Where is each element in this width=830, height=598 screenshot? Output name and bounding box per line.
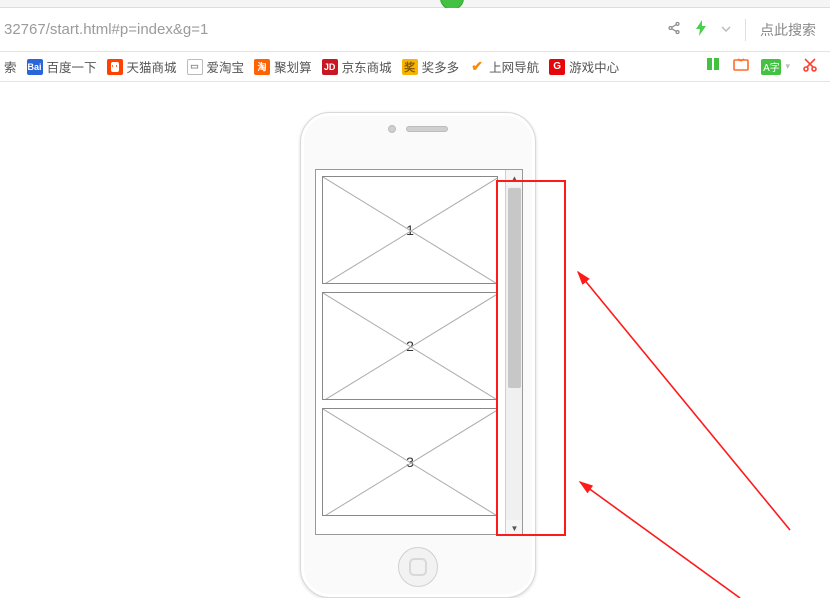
bookmark-label: 索 (4, 57, 17, 76)
bookmark-item[interactable]: G 游戏中心 (549, 57, 619, 76)
bookmark-item[interactable]: 奖 奖多多 (402, 57, 460, 76)
bookmark-label: 百度一下 (47, 57, 97, 76)
bookmark-label: 上网导航 (489, 57, 539, 76)
bookmark-label: 京东商城 (342, 57, 392, 76)
scroll-thumb[interactable] (508, 188, 521, 388)
search-input[interactable]: 点此搜索 (760, 20, 816, 40)
chevron-down-icon[interactable]: ▾ (785, 61, 790, 72)
phone-speaker-area (388, 125, 448, 133)
camera-dot (388, 125, 396, 133)
home-button[interactable] (398, 547, 438, 587)
ju-icon: 淘 (254, 59, 270, 75)
scissors-icon[interactable] (802, 57, 818, 77)
bookmark-item[interactable]: 天猫商城 (107, 57, 177, 76)
page-icon: ▭ (187, 59, 203, 75)
home-button-square-icon (409, 558, 427, 576)
jd-icon: JD (322, 59, 338, 75)
wireframe-box[interactable]: 2 (322, 292, 498, 400)
bookmark-label: 奖多多 (422, 57, 460, 76)
bolt-icon[interactable] (695, 20, 707, 40)
scrollbar[interactable]: ▲ ▼ (505, 170, 522, 535)
baidu-icon: Bai (27, 59, 43, 75)
phone-screen: 1 2 3 ▲ ▼ (315, 169, 523, 535)
book-icon[interactable] (705, 56, 721, 77)
bookmark-label: 爱淘宝 (207, 57, 245, 76)
utility-tray: A字 ▾ (705, 56, 826, 77)
share-icon[interactable] (667, 21, 681, 38)
page-content: XT 网 1 2 3 ▲ (0, 82, 830, 598)
wireframe-box[interactable]: 3 (322, 408, 498, 516)
hao-icon: ✔ (469, 59, 485, 75)
bookmark-item[interactable]: ▭ 爱淘宝 (187, 57, 245, 76)
bookmark-label: 聚划算 (274, 57, 312, 76)
bookmark-item[interactable]: ✔ 上网导航 (469, 57, 539, 76)
bookmark-label: 游戏中心 (569, 57, 619, 76)
address-bar: 32767/start.html#p=index&g=1 点此搜索 (0, 8, 830, 52)
award-icon: 奖 (402, 59, 418, 75)
game-icon: G (549, 59, 565, 75)
bookmarks-bar: 索 Bai 百度一下 天猫商城 ▭ 爱淘宝 淘 聚划算 JD 京东商城 奖 奖多… (0, 52, 830, 82)
chevron-down-icon[interactable] (721, 23, 731, 37)
wireframe-box[interactable]: 1 (322, 176, 498, 284)
tmall-icon (107, 59, 123, 75)
bookmark-label: 天猫商城 (127, 57, 177, 76)
speaker-slot (406, 126, 448, 132)
tab-strip (0, 0, 830, 8)
translate-icon[interactable]: A字 (761, 59, 781, 75)
bookmark-item[interactable]: Bai 百度一下 (27, 57, 97, 76)
bookmark-item[interactable]: 索 (4, 57, 17, 76)
bookmark-item[interactable]: 淘 聚划算 (254, 57, 312, 76)
tv-icon[interactable] (733, 58, 749, 76)
screen-scroll-area[interactable]: 1 2 3 (316, 170, 506, 535)
bookmark-item[interactable]: JD 京东商城 (322, 57, 392, 76)
scroll-down-button[interactable]: ▼ (506, 520, 523, 535)
url-text[interactable]: 32767/start.html#p=index&g=1 (0, 21, 667, 38)
scroll-up-button[interactable]: ▲ (506, 170, 523, 186)
address-bar-right: 点此搜索 (667, 19, 830, 41)
divider (745, 19, 746, 41)
phone-frame: 1 2 3 ▲ ▼ (300, 112, 536, 598)
